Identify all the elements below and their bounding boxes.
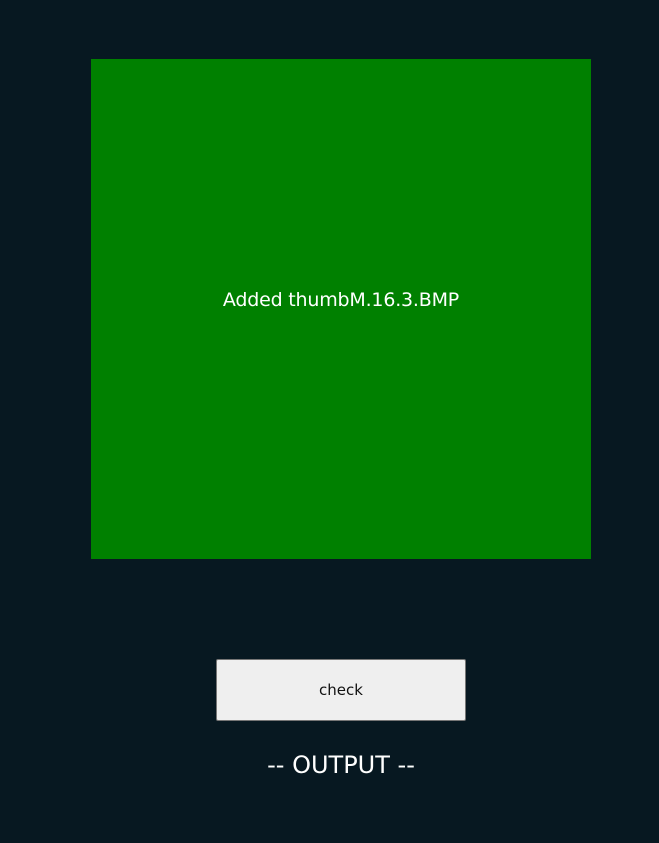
drop-zone-status-text: Added thumbM.16.3.BMP bbox=[222, 289, 460, 311]
check-button[interactable]: check bbox=[216, 659, 466, 721]
file-drop-zone[interactable]: Added thumbM.16.3.BMP bbox=[91, 59, 591, 559]
output-label: -- OUTPUT -- bbox=[267, 751, 415, 779]
